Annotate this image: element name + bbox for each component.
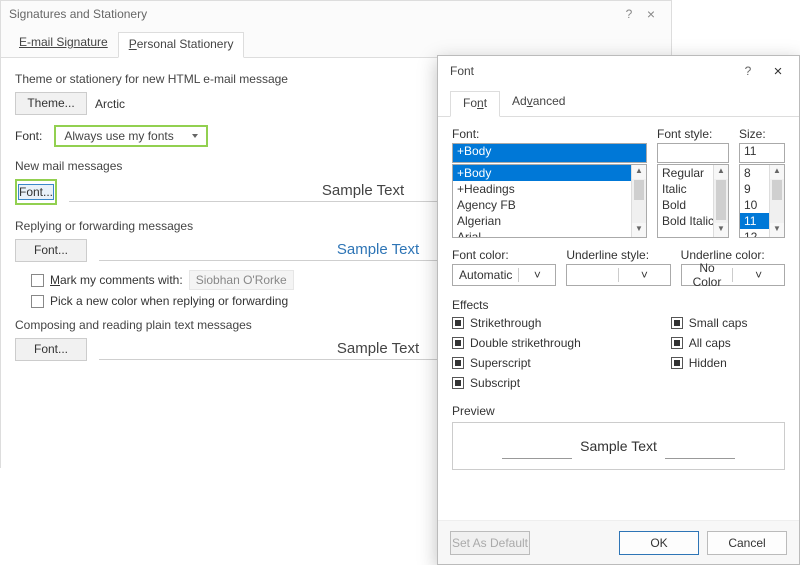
list-item[interactable]: Arial — [453, 229, 646, 238]
underline-color-combo[interactable]: No Color˅ — [681, 264, 785, 286]
font-mode-value: Always use my fonts — [64, 129, 173, 143]
effects-label: Effects — [452, 298, 785, 312]
preview-label: Preview — [452, 404, 785, 418]
chevron-down-icon: ˅ — [732, 268, 784, 282]
pick-color-label: Pick a new color when replying or forwar… — [50, 294, 288, 308]
hidden-checkbox[interactable] — [671, 357, 683, 369]
close-icon[interactable]: × — [761, 63, 795, 80]
font-color-label: Font color: — [452, 248, 556, 262]
tab-email-label: E-mail Signature — [19, 35, 108, 49]
sig-tabs: E-mail Signature Personal Stationery — [1, 27, 671, 58]
list-item[interactable]: +Body — [453, 165, 646, 181]
preview-text: Sample Text — [580, 438, 657, 454]
help-icon[interactable]: ? — [735, 64, 761, 78]
chevron-down-icon: ˅ — [618, 268, 670, 282]
cancel-button[interactable]: Cancel — [707, 531, 787, 555]
chevron-down-icon — [192, 134, 198, 138]
tab-advanced[interactable]: Advanced — [500, 90, 577, 116]
help-icon[interactable]: ? — [619, 1, 639, 27]
ok-button[interactable]: OK — [619, 531, 699, 555]
strikethrough-checkbox[interactable] — [452, 317, 464, 329]
size-input[interactable]: 11 — [739, 143, 785, 163]
preview-box: Sample Text — [452, 422, 785, 470]
font-tabs: Font Advanced — [438, 86, 799, 117]
mark-comments-checkbox[interactable] — [31, 274, 44, 287]
tab-font[interactable]: Font — [450, 91, 500, 117]
font-mode-combo[interactable]: Always use my fonts — [54, 125, 207, 147]
scrollbar[interactable]: ▲▼ — [713, 165, 728, 237]
font-footer: Set As Default OK Cancel — [438, 520, 799, 564]
font-titlebar: Font ? × — [438, 56, 799, 86]
theme-button[interactable]: Theme... — [15, 92, 87, 115]
small-caps-checkbox[interactable] — [671, 317, 683, 329]
subscript-checkbox[interactable] — [452, 377, 464, 389]
new-mail-font-button-highlight: Font... — [15, 179, 57, 205]
chevron-down-icon: ˅ — [518, 268, 555, 282]
superscript-checkbox[interactable] — [452, 357, 464, 369]
font-label: Font: — [15, 129, 42, 143]
list-item[interactable]: +Headings — [453, 181, 646, 197]
tab-personal-stationery[interactable]: Personal Stationery — [118, 32, 245, 58]
sig-title-text: Signatures and Stationery — [9, 1, 147, 27]
double-strikethrough-checkbox[interactable] — [452, 337, 464, 349]
set-default-button[interactable]: Set As Default — [450, 531, 530, 555]
scrollbar[interactable]: ▲▼ — [631, 165, 646, 237]
font-title-text: Font — [450, 64, 474, 78]
underline-style-combo[interactable]: ˅ — [566, 264, 670, 286]
list-item[interactable]: Algerian — [453, 213, 646, 229]
theme-name: Arctic — [95, 97, 125, 111]
style-input[interactable] — [657, 143, 729, 163]
pick-color-checkbox[interactable] — [31, 295, 44, 308]
commenter-field[interactable]: Siobhan O'Rorke — [189, 270, 294, 290]
font-field-label: Font: — [452, 127, 647, 141]
sig-titlebar: Signatures and Stationery ? × — [1, 1, 671, 27]
underline-color-label: Underline color: — [681, 248, 785, 262]
mark-comments-label: Mark my comments with: — [50, 273, 183, 287]
tab-personal-label: Personal Stationery — [129, 37, 234, 51]
underline-style-label: Underline style: — [566, 248, 670, 262]
style-listbox[interactable]: Regular Italic Bold Bold Italic ▲▼ — [657, 164, 729, 238]
font-listbox[interactable]: +Body +Headings Agency FB Algerian Arial… — [452, 164, 647, 238]
all-caps-checkbox[interactable] — [671, 337, 683, 349]
list-item[interactable]: Agency FB — [453, 197, 646, 213]
scrollbar[interactable]: ▲▼ — [769, 165, 784, 237]
style-field-label: Font style: — [657, 127, 729, 141]
font-input[interactable]: +Body — [452, 143, 647, 163]
tab-email-signature[interactable]: E-mail Signature — [9, 31, 118, 57]
font-body: Font: +Body +Body +Headings Agency FB Al… — [438, 117, 799, 523]
size-listbox[interactable]: 8 9 10 11 12 ▲▼ — [739, 164, 785, 238]
reply-font-button[interactable]: Font... — [15, 239, 87, 262]
plain-font-button[interactable]: Font... — [15, 338, 87, 361]
size-field-label: Size: — [739, 127, 785, 141]
font-dialog: Font ? × Font Advanced Font: +Body +Body… — [437, 55, 800, 565]
new-mail-font-button[interactable]: Font... — [18, 184, 54, 200]
font-color-combo[interactable]: Automatic˅ — [452, 264, 556, 286]
close-icon[interactable]: × — [639, 1, 663, 27]
